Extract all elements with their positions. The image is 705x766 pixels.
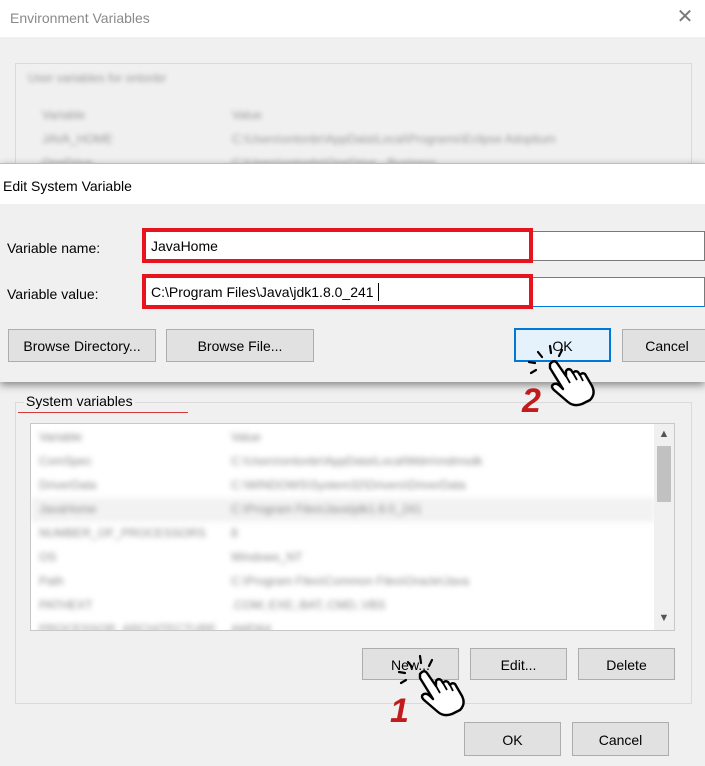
browse-file-button[interactable]: Browse File... xyxy=(166,329,314,362)
env-cancel-button[interactable]: Cancel xyxy=(572,722,669,756)
variable-name-label: Variable name: xyxy=(7,240,101,256)
chevron-up-icon[interactable]: ▲ xyxy=(654,426,674,442)
system-variables-title: System variables xyxy=(24,393,135,409)
list-item[interactable]: JavaHome C:\Program Files\Java\jdk1.8.0_… xyxy=(31,498,655,522)
variable-name: JavaHome xyxy=(39,502,97,516)
edit-button[interactable]: Edit... xyxy=(470,648,567,680)
column-value: Value xyxy=(231,430,261,444)
close-icon[interactable]: ✕ xyxy=(675,6,695,28)
variable-name: DriverData xyxy=(39,478,97,492)
list-item[interactable]: OS Windows_NT xyxy=(31,546,655,570)
variable-value: AMD64 xyxy=(231,622,272,631)
env-titlebar: Environment Variables ✕ xyxy=(0,0,705,37)
highlight-box-value xyxy=(142,274,533,309)
variable-value: Windows_NT xyxy=(231,550,303,564)
variable-value: C:\Users\ontonbr\AppData\Local\Mdm\mdmsd… xyxy=(231,454,483,468)
variable-value: C:\Program Files\Java\jdk1.8.0_241 xyxy=(231,502,422,516)
dialog-titlebar: Edit System Variable xyxy=(0,164,705,204)
variable-name: PROCESSOR_ARCHITECTURE xyxy=(39,622,217,631)
variable-name: PATHEXT xyxy=(39,598,93,612)
list-item[interactable]: ComSpec C:\Users\ontonbr\AppData\Local\M… xyxy=(31,450,655,474)
env-ok-button[interactable]: OK xyxy=(464,722,561,756)
window-title: Environment Variables xyxy=(10,10,150,26)
variable-value: C:\Program Files\Common Files\Oracle\Jav… xyxy=(231,574,470,588)
list-header: Variable Value xyxy=(31,426,655,450)
column-variable: Variable xyxy=(39,430,83,444)
system-variables-list[interactable]: Variable Value ComSpec C:\Users\ontonbr\… xyxy=(30,423,656,631)
variable-value: .COM;.EXE;.BAT;.CMD;.VBS xyxy=(231,598,386,612)
user-column-value: Value xyxy=(232,108,262,122)
browse-directory-button[interactable]: Browse Directory... xyxy=(8,329,156,362)
user-row-name: JAVA_HOME xyxy=(42,132,113,146)
step-2-label: 2 xyxy=(522,382,541,420)
variable-name: Path xyxy=(39,574,64,588)
list-item[interactable]: NUMBER_OF_PROCESSORS 8 xyxy=(31,522,655,546)
list-scrollbar[interactable]: ▲ ▼ xyxy=(654,423,675,631)
list-item[interactable]: DriverData C:\WINDOWS\System32\Drivers\D… xyxy=(31,474,655,498)
scrollbar-thumb[interactable] xyxy=(657,446,671,502)
highlight-box-name xyxy=(142,228,533,263)
cancel-button[interactable]: Cancel xyxy=(622,329,705,362)
list-item[interactable]: PROCESSOR_ARCHITECTURE AMD64 xyxy=(31,618,655,631)
variable-value: C:\WINDOWS\System32\Drivers\DriverData xyxy=(231,478,466,492)
variable-value: 8 xyxy=(231,526,238,540)
variable-name: ComSpec xyxy=(39,454,92,468)
list-item[interactable]: Path C:\Program Files\Common Files\Oracl… xyxy=(31,570,655,594)
chevron-down-icon[interactable]: ▼ xyxy=(654,610,674,626)
user-row-value: C:\Users\ontonbr\AppData\Local\Programs\… xyxy=(232,132,556,146)
delete-button[interactable]: Delete xyxy=(578,648,675,680)
user-group-title: User variables for ontonbr xyxy=(28,71,167,85)
title-underline-annotation xyxy=(18,412,188,413)
user-column-variable: Variable xyxy=(42,108,86,122)
variable-value-label: Variable value: xyxy=(7,286,99,302)
user-variables-blurred: User variables for ontonbr Variable Valu… xyxy=(22,68,687,170)
variable-name: NUMBER_OF_PROCESSORS xyxy=(39,526,206,540)
variable-name: OS xyxy=(39,550,57,564)
step-1-label: 1 xyxy=(390,692,409,730)
system-variables-list-blurred: Variable Value ComSpec C:\Users\ontonbr\… xyxy=(31,424,655,630)
dialog-title: Edit System Variable xyxy=(3,178,132,194)
list-item[interactable]: PATHEXT .COM;.EXE;.BAT;.CMD;.VBS xyxy=(31,594,655,618)
